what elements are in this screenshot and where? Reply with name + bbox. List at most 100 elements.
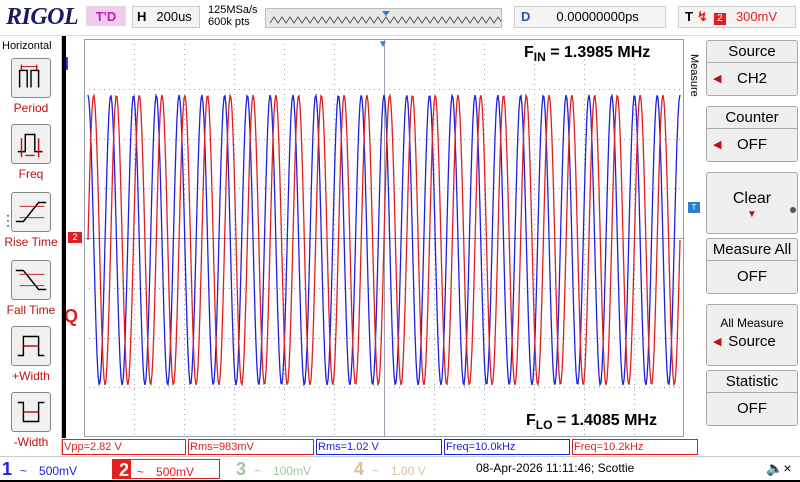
trigger-key: T (685, 9, 693, 24)
measure-all-softkey[interactable]: Measure All OFF (706, 238, 798, 294)
rise-time-button[interactable]: Rise Time (0, 192, 62, 249)
all-measure-label: All Measure (720, 316, 784, 330)
counter-label: Counter (707, 107, 797, 129)
measure-menu-title: Measure (688, 54, 700, 97)
measure-all-label: Measure All (707, 239, 797, 261)
f-in-readout: FIN = 1.3985 MHz (524, 44, 650, 64)
rising-edge-icon: ↯ (696, 9, 708, 24)
ch3-coupling-icon: ~ (254, 464, 262, 478)
trigger-position-icon[interactable]: ▼ (378, 38, 388, 52)
trigger-box[interactable]: T ↯ 2 300mV (678, 6, 796, 28)
period-label: Period (13, 101, 49, 115)
channel-bar: 1 ~500mV 2 ~500mV 3 ~100mV 4 ~1.00 V 08-Apr-… (0, 456, 800, 480)
ch2-offset-marker[interactable]: 2 (68, 232, 82, 243)
freq-icon (11, 124, 51, 164)
horizontal-key: H (137, 9, 147, 24)
menu-handle-icon[interactable] (790, 207, 796, 213)
pos-width-button[interactable]: +Width (0, 326, 62, 383)
freq-button[interactable]: Freq (0, 124, 62, 181)
statistic-label: Statistic (707, 371, 797, 393)
sample-rate: 125MSa/s (208, 4, 258, 16)
neg-width-icon (11, 392, 51, 432)
delay-box[interactable]: D 0.00000000ps (514, 6, 666, 28)
statistic-softkey[interactable]: Statistic OFF (706, 370, 798, 426)
f-lo-value: = 1.4085 MHz (552, 412, 657, 429)
period-icon (11, 58, 51, 98)
q-channel-marker: Q (66, 306, 79, 326)
f-lo-sub: LO (535, 418, 553, 433)
trigger-status-badge: T'D (86, 6, 126, 26)
rise-time-label: Rise Time (4, 235, 58, 249)
ch2-coupling-icon: ~ (137, 465, 145, 479)
f-lo-letter: F (526, 412, 536, 429)
date-time-status: 08-Apr-2026 11:11:46; Scottie (476, 461, 635, 475)
ch2-setting[interactable]: 2 ~500mV (112, 459, 220, 480)
waveform-overview-bar[interactable] (265, 8, 502, 28)
ch1-setting[interactable]: 1 ~500mV (2, 459, 108, 479)
clear-label: Clear (732, 190, 772, 207)
ch4-coupling-icon: ~ (372, 464, 380, 478)
fall-time-button[interactable]: Fall Time (0, 260, 62, 317)
rise-time-icon (11, 192, 51, 232)
panel-title: Horizontal (2, 40, 52, 52)
waveform-grid (84, 39, 684, 437)
delay-value: 0.00000000ps (556, 9, 639, 24)
neg-width-button[interactable]: -Width (0, 392, 62, 449)
f-in-letter: F (524, 44, 534, 61)
source-arrow-icon: ◀ (713, 73, 722, 85)
ch4-scale: 1.00 V (391, 464, 426, 478)
ch2-scale: 500mV (156, 465, 195, 479)
top-bar: RIGOL T'D H 200us 125MSa/s 600k pts D 0.00… (0, 0, 800, 36)
ch4-number: 4 (354, 459, 365, 479)
statistic-value: OFF (737, 400, 767, 417)
overview-wave-icon (269, 11, 501, 24)
pos-width-label: +Width (12, 369, 50, 383)
freq-label: Freq (18, 167, 44, 181)
meas-freq-ch1[interactable]: Freq=10.0kHz (444, 439, 570, 455)
meas-vpp[interactable]: Vpp=2.82 V (62, 439, 186, 455)
all-measure-source-softkey[interactable]: All Measure ◀ Source (706, 304, 798, 366)
trigger-level: 300mV (735, 9, 778, 24)
all-measure-arrow-icon: ◀ (713, 336, 722, 348)
measure-menu: Source ◀ CH2 Counter ◀ OFF Clear ▼ Measure… (702, 36, 800, 456)
speaker-mute-icon[interactable]: 🔈× (766, 460, 792, 477)
timebase-box[interactable]: H 200us (132, 6, 200, 28)
ch4-setting[interactable]: 4 ~1.00 V (354, 459, 454, 479)
memory-depth: 600k pts (208, 16, 250, 28)
measure-all-value: OFF (737, 268, 767, 285)
source-label: Source (707, 41, 797, 63)
meas-freq-ch2[interactable]: Freq=10.2kHz (572, 439, 698, 455)
all-measure-value: Source (728, 333, 776, 350)
fall-time-icon (11, 260, 51, 300)
sample-info: 125MSa/s 600k pts (208, 4, 258, 28)
ch1-number: 1 (2, 459, 13, 479)
delay-key: D (521, 9, 531, 24)
ch3-scale: 100mV (273, 464, 312, 478)
source-value: CH2 (736, 70, 767, 87)
period-button[interactable]: Period (0, 58, 62, 115)
measurement-bar: Vpp=2.82 V Rms=983mV Rms=1.02 V Freq=10.… (62, 438, 702, 456)
rigol-logo: RIGOL (6, 4, 79, 30)
waveform-display[interactable]: I Q 2 T ▼ FIN = 1.3985 MHz FLO = 1.4085 … (66, 36, 702, 440)
f-in-value: = 1.3985 MHz (545, 44, 651, 61)
trigger-channel: 2 (713, 13, 726, 25)
counter-value: OFF (737, 136, 767, 153)
meas-rms-ch2[interactable]: Rms=983mV (188, 439, 314, 455)
counter-softkey[interactable]: Counter ◀ OFF (706, 106, 798, 162)
timebase-value: 200us (156, 9, 192, 24)
f-lo-readout: FLO = 1.4085 MHz (526, 412, 657, 432)
clear-softkey[interactable]: Clear ▼ (706, 172, 798, 234)
ch1-coupling-icon: ~ (20, 464, 28, 478)
ch3-number: 3 (236, 459, 247, 479)
ch1-scale: 500mV (39, 464, 78, 478)
horizontal-measure-panel: Horizontal ⋮ Period Freq Rise Time Fall … (0, 36, 62, 456)
source-softkey[interactable]: Source ◀ CH2 (706, 40, 798, 96)
ch3-setting[interactable]: 3 ~100mV (236, 459, 336, 479)
ch2-number: 2 (119, 460, 130, 480)
trigger-level-marker[interactable]: T (688, 202, 700, 213)
fall-time-label: Fall Time (6, 303, 56, 317)
pos-width-icon (11, 326, 51, 366)
neg-width-label: -Width (13, 435, 49, 449)
counter-arrow-icon: ◀ (713, 139, 722, 151)
meas-rms-ch1[interactable]: Rms=1.02 V (316, 439, 442, 455)
